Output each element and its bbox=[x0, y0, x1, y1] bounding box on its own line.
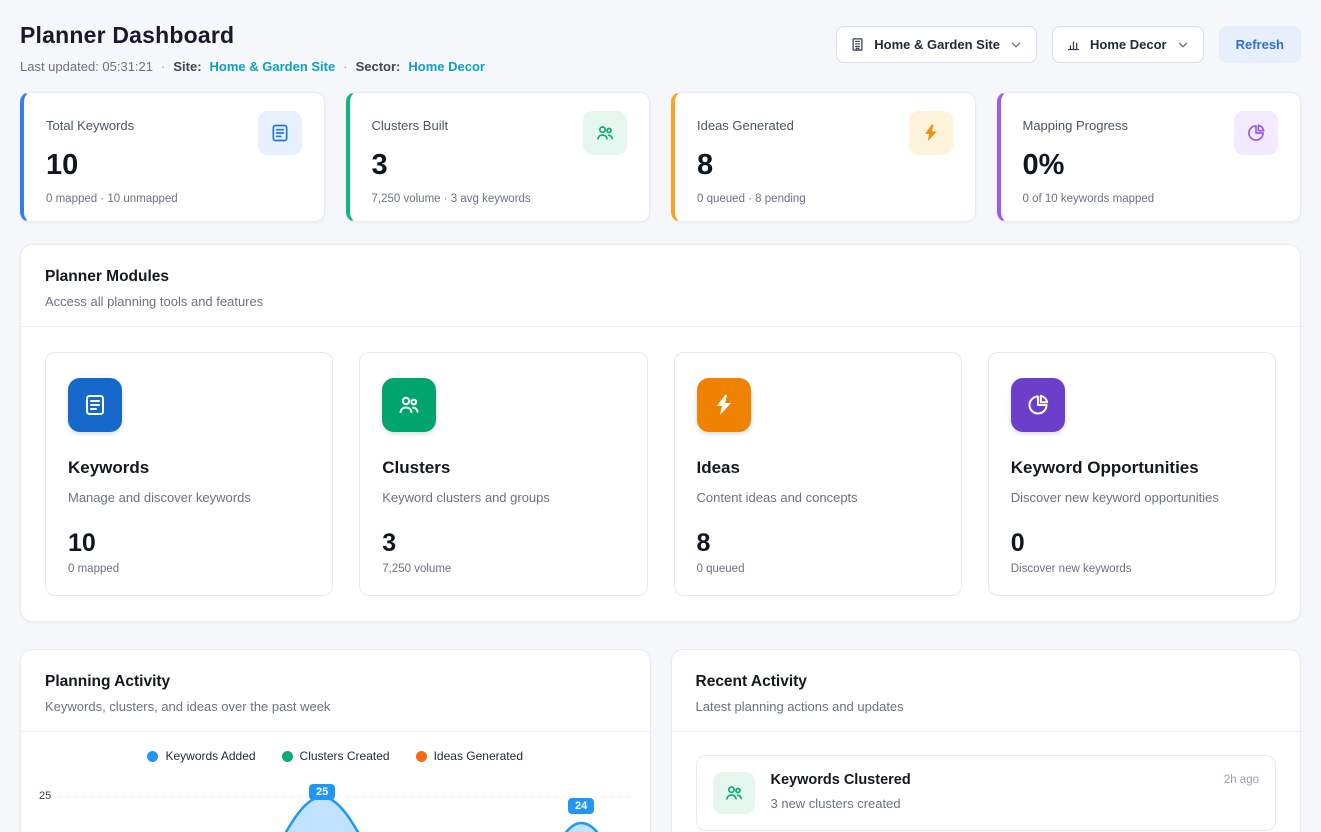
activity-list: Keywords Clustered 3 new clusters create… bbox=[672, 732, 1301, 832]
pie-chart-icon bbox=[1234, 111, 1278, 155]
modules-subtitle: Access all planning tools and features bbox=[45, 294, 1276, 309]
module-detail: Discover new keywords bbox=[1011, 563, 1253, 575]
title-block: Planner Dashboard Last updated: 05:31:21… bbox=[20, 22, 485, 74]
users-icon bbox=[583, 111, 627, 155]
bolt-icon bbox=[697, 378, 751, 432]
legend-item-keywords-added: Keywords Added bbox=[147, 749, 255, 763]
stat-label: Ideas Generated bbox=[697, 111, 794, 133]
module-description: Manage and discover keywords bbox=[68, 490, 310, 505]
topbar: Planner Dashboard Last updated: 05:31:21… bbox=[0, 0, 1321, 90]
meta-separator: · bbox=[161, 59, 165, 74]
recent-activity-panel: Recent Activity Latest planning actions … bbox=[671, 649, 1302, 832]
legend-item-ideas-generated: Ideas Generated bbox=[416, 749, 523, 763]
recent-activity-subtitle: Latest planning actions and updates bbox=[696, 699, 1277, 714]
planning-activity-chart: 25 25 24 bbox=[21, 777, 650, 832]
stat-detail: 0 queued · 8 pending bbox=[697, 193, 953, 205]
module-detail: 0 mapped bbox=[68, 563, 310, 575]
module-description: Keyword clusters and groups bbox=[382, 490, 624, 505]
activity-timestamp: 2h ago bbox=[1224, 772, 1259, 786]
data-point-label: 25 bbox=[309, 784, 335, 800]
meta-separator: · bbox=[343, 59, 347, 74]
site-label: Site: bbox=[173, 59, 201, 74]
bottom-row: Planning Activity Keywords, clusters, an… bbox=[20, 649, 1301, 832]
stat-detail: 0 mapped · 10 unmapped bbox=[46, 193, 302, 205]
legend-dot bbox=[282, 751, 293, 762]
activity-item-keywords-clustered: Keywords Clustered 3 new clusters create… bbox=[696, 755, 1277, 831]
site-link[interactable]: Home & Garden Site bbox=[210, 59, 336, 74]
document-icon bbox=[258, 111, 302, 155]
legend-dot bbox=[416, 751, 427, 762]
last-updated-text: Last updated: 05:31:21 bbox=[20, 59, 153, 74]
area-chart bbox=[57, 777, 632, 832]
stats-row: Total Keywords 10 0 mapped · 10 unmapped… bbox=[0, 90, 1321, 222]
module-value: 8 bbox=[697, 529, 939, 558]
pie-chart-icon bbox=[1011, 378, 1065, 432]
legend-item-clusters-created: Clusters Created bbox=[282, 749, 390, 763]
y-axis-tick: 25 bbox=[39, 790, 51, 802]
stat-detail: 0 of 10 keywords mapped bbox=[1023, 193, 1279, 205]
module-value: 3 bbox=[382, 529, 624, 558]
sector-selector-label: Home Decor bbox=[1090, 37, 1167, 52]
legend-dot bbox=[147, 751, 158, 762]
planning-activity-title: Planning Activity bbox=[45, 673, 626, 691]
chevron-down-icon bbox=[1009, 38, 1023, 52]
data-point-label: 24 bbox=[568, 798, 594, 814]
module-detail: 7,250 volume bbox=[382, 563, 624, 575]
stat-label: Mapping Progress bbox=[1023, 111, 1129, 133]
building-icon bbox=[850, 37, 865, 52]
module-card-keyword-opportunities[interactable]: Keyword Opportunities Discover new keywo… bbox=[988, 352, 1276, 596]
module-title: Keywords bbox=[68, 458, 310, 478]
users-icon bbox=[382, 378, 436, 432]
module-title: Clusters bbox=[382, 458, 624, 478]
site-selector-label: Home & Garden Site bbox=[874, 37, 1000, 52]
stat-card-mapping-progress: Mapping Progress 0% 0 of 10 keywords map… bbox=[997, 92, 1302, 222]
stat-label: Clusters Built bbox=[372, 111, 449, 133]
document-icon bbox=[68, 378, 122, 432]
bar-chart-icon bbox=[1066, 37, 1081, 52]
module-detail: 0 queued bbox=[697, 563, 939, 575]
planning-activity-subtitle: Keywords, clusters, and ideas over the p… bbox=[45, 699, 626, 714]
sector-selector-dropdown[interactable]: Home Decor bbox=[1052, 26, 1204, 63]
page-title: Planner Dashboard bbox=[20, 22, 485, 49]
module-card-ideas[interactable]: Ideas Content ideas and concepts 8 0 que… bbox=[674, 352, 962, 596]
stat-label: Total Keywords bbox=[46, 111, 134, 133]
planning-activity-panel: Planning Activity Keywords, clusters, an… bbox=[20, 649, 651, 832]
module-value: 0 bbox=[1011, 529, 1253, 558]
site-selector-dropdown[interactable]: Home & Garden Site bbox=[836, 26, 1037, 63]
chart-legend: Keywords Added Clusters Created Ideas Ge… bbox=[21, 732, 650, 763]
stat-card-ideas-generated: Ideas Generated 8 0 queued · 8 pending bbox=[671, 92, 976, 222]
module-description: Content ideas and concepts bbox=[697, 490, 939, 505]
module-description: Discover new keyword opportunities bbox=[1011, 490, 1253, 505]
users-icon bbox=[713, 772, 755, 814]
sector-link[interactable]: Home Decor bbox=[408, 59, 485, 74]
module-title: Ideas bbox=[697, 458, 939, 478]
page-meta: Last updated: 05:31:21 · Site: Home & Ga… bbox=[20, 59, 485, 74]
activity-title: Keywords Clustered bbox=[771, 772, 911, 788]
module-card-clusters[interactable]: Clusters Keyword clusters and groups 3 7… bbox=[359, 352, 647, 596]
planner-modules-panel: Planner Modules Access all planning tool… bbox=[20, 244, 1301, 622]
stat-detail: 7,250 volume · 3 avg keywords bbox=[372, 193, 628, 205]
recent-activity-title: Recent Activity bbox=[696, 673, 1277, 691]
legend-label: Ideas Generated bbox=[434, 749, 523, 763]
stat-card-total-keywords: Total Keywords 10 0 mapped · 10 unmapped bbox=[20, 92, 325, 222]
toolbar-controls: Home & Garden Site Home Decor Refresh bbox=[836, 26, 1301, 63]
legend-label: Keywords Added bbox=[165, 749, 255, 763]
stat-card-clusters-built: Clusters Built 3 7,250 volume · 3 avg ke… bbox=[346, 92, 651, 222]
module-title: Keyword Opportunities bbox=[1011, 458, 1253, 478]
bolt-icon bbox=[909, 111, 953, 155]
modules-grid: Keywords Manage and discover keywords 10… bbox=[21, 327, 1300, 621]
chevron-down-icon bbox=[1176, 38, 1190, 52]
legend-label: Clusters Created bbox=[300, 749, 390, 763]
modules-title: Planner Modules bbox=[45, 268, 1276, 286]
module-card-keywords[interactable]: Keywords Manage and discover keywords 10… bbox=[45, 352, 333, 596]
sector-label: Sector: bbox=[356, 59, 401, 74]
refresh-button[interactable]: Refresh bbox=[1219, 26, 1301, 63]
module-value: 10 bbox=[68, 529, 310, 558]
activity-description: 3 new clusters created bbox=[771, 796, 911, 811]
